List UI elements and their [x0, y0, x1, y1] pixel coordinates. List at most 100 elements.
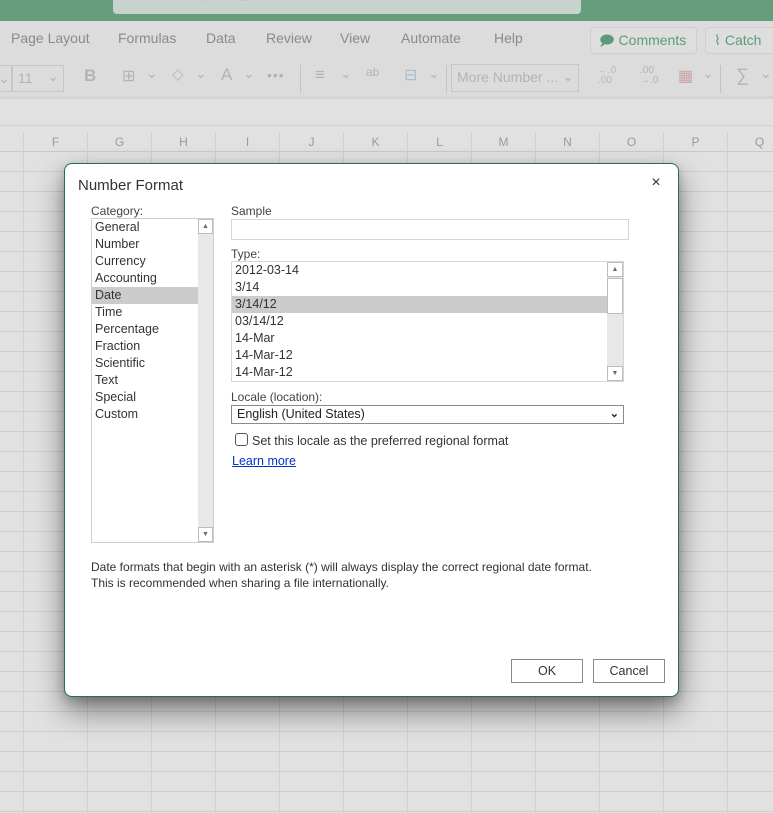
column-header[interactable]: L	[407, 132, 471, 152]
chevron-down-icon[interactable]: ⌄	[428, 65, 440, 82]
decrease-decimal-icon[interactable]: .00 →.0	[640, 66, 662, 86]
catch-up-button[interactable]: ⌇ Catch	[705, 27, 773, 54]
chevron-down-icon: ⌄	[562, 68, 574, 84]
dialog-title: Number Format	[78, 177, 184, 194]
column-header[interactable]: M	[471, 132, 535, 152]
fill-color-icon[interactable]: ◇	[172, 65, 184, 83]
tab-help[interactable]: Help	[494, 30, 523, 46]
chevron-down-icon[interactable]: ⌄	[702, 65, 714, 82]
preferred-locale-label[interactable]: Set this locale as the preferred regiona…	[252, 434, 508, 448]
category-item-custom[interactable]: Custom	[92, 406, 198, 423]
search-input[interactable]: ⌕ Search (Alt + Q)	[113, 0, 581, 14]
type-item-selected[interactable]: 3/14/12	[232, 296, 607, 313]
chevron-down-icon[interactable]: ⌄	[146, 65, 158, 82]
chevron-down-icon[interactable]: ⌄	[243, 65, 255, 82]
category-item-general[interactable]: General	[92, 219, 198, 236]
chevron-down-icon: ⌄	[609, 408, 619, 420]
tab-page-layout[interactable]: Page Layout	[11, 30, 90, 46]
column-header[interactable]: P	[663, 132, 727, 152]
date-format-note: Date formats that begin with an asterisk…	[91, 560, 592, 590]
font-name-dropdown[interactable]: ⌄	[0, 65, 12, 92]
scroll-thumb[interactable]	[607, 278, 623, 314]
category-item-percentage[interactable]: Percentage	[92, 321, 198, 338]
tab-automate[interactable]: Automate	[401, 30, 461, 46]
type-item[interactable]: 3/14	[232, 279, 607, 296]
type-scrollbar[interactable]: ▲ ▼	[607, 262, 623, 381]
toolbar-separator	[300, 65, 301, 93]
category-list[interactable]: General Number Currency Accounting Date …	[91, 218, 214, 543]
ok-button[interactable]: OK	[511, 659, 583, 683]
column-header[interactable]: G	[87, 132, 151, 152]
scroll-up-icon[interactable]: ▲	[198, 219, 213, 234]
locale-label: Locale (location):	[231, 390, 323, 404]
type-label: Type:	[231, 247, 261, 261]
borders-icon[interactable]: ⊞	[122, 66, 135, 86]
align-icon[interactable]: ≡	[315, 65, 325, 85]
column-header[interactable]: O	[599, 132, 663, 152]
category-item-number[interactable]: Number	[92, 236, 198, 253]
search-icon: ⌕	[131, 0, 138, 2]
chevron-down-icon: ⌄	[47, 68, 59, 84]
pulse-icon: ⌇	[714, 32, 721, 48]
type-item[interactable]: 14-Mar-12	[232, 364, 607, 381]
category-scrollbar[interactable]: ▲ ▼	[198, 219, 213, 542]
category-item-scientific[interactable]: Scientific	[92, 355, 198, 372]
column-header[interactable]: Q	[727, 132, 773, 152]
merge-cells-icon[interactable]: ⊟	[404, 65, 417, 85]
comments-button[interactable]: 🗩 Comments	[590, 27, 697, 54]
close-icon[interactable]: ×	[648, 174, 664, 192]
comment-icon: 🗩	[599, 32, 615, 48]
autosum-icon[interactable]: ∑	[736, 65, 749, 86]
chevron-down-icon[interactable]: ⌄	[195, 65, 207, 82]
column-header[interactable]: I	[215, 132, 279, 152]
type-item[interactable]: 14-Mar	[232, 330, 607, 347]
sample-label: Sample	[231, 204, 272, 218]
toolbar-separator	[720, 65, 721, 93]
type-item[interactable]: 2012-03-14	[232, 262, 607, 279]
preferred-locale-checkbox[interactable]	[235, 433, 248, 446]
tab-review[interactable]: Review	[266, 30, 312, 46]
column-header[interactable]: J	[279, 132, 343, 152]
conditional-format-icon[interactable]: ▦	[678, 66, 693, 86]
ribbon-toolbar: ⌄ 11 ⌄ B ⊞ ⌄ ◇ ⌄ A ⌄ ••• ≡ ⌄ ab ⊟ ⌄ More…	[0, 57, 773, 145]
column-header[interactable]: H	[151, 132, 215, 152]
scroll-down-icon[interactable]: ▼	[198, 527, 213, 542]
formula-bar[interactable]	[0, 102, 773, 126]
column-header[interactable]: K	[343, 132, 407, 152]
scroll-down-icon[interactable]: ▼	[607, 366, 623, 381]
more-options-icon[interactable]: •••	[267, 67, 285, 83]
cancel-button[interactable]: Cancel	[593, 659, 665, 683]
ribbon-tabs: Page Layout Formulas Data Review View Au…	[0, 21, 773, 57]
increase-decimal-icon[interactable]: ←.0.00	[598, 66, 620, 86]
learn-more-link[interactable]: Learn more	[232, 454, 296, 468]
type-list[interactable]: 2012-03-14 3/14 3/14/12 03/14/12 14-Mar …	[231, 261, 624, 382]
tab-view[interactable]: View	[340, 30, 370, 46]
column-header[interactable]: N	[535, 132, 599, 152]
title-bar: ⌕ Search (Alt + Q)	[0, 0, 773, 21]
column-headers: F G H I J K L M N O P Q	[0, 132, 773, 152]
category-item-accounting[interactable]: Accounting	[92, 270, 198, 287]
tab-formulas[interactable]: Formulas	[118, 30, 176, 46]
font-size-dropdown[interactable]: 11 ⌄	[12, 65, 64, 92]
number-format-dropdown[interactable]: More Number ... ⌄	[451, 64, 579, 92]
toolbar-separator	[446, 65, 447, 93]
type-item[interactable]: 14-Mar-12	[232, 347, 607, 364]
category-item-date[interactable]: Date	[92, 287, 198, 304]
category-label: Category:	[91, 204, 144, 218]
locale-dropdown[interactable]: English (United States) ⌄	[231, 405, 624, 424]
chevron-down-icon[interactable]: ⌄	[760, 65, 772, 82]
tab-data[interactable]: Data	[206, 30, 236, 46]
number-format-dialog: Number Format × Category: General Number…	[64, 163, 679, 697]
type-item[interactable]: 03/14/12	[232, 313, 607, 330]
chevron-down-icon[interactable]: ⌄	[340, 65, 352, 82]
category-item-time[interactable]: Time	[92, 304, 198, 321]
wrap-text-icon[interactable]: ab	[366, 65, 379, 79]
font-color-icon[interactable]: A	[221, 65, 232, 85]
category-item-currency[interactable]: Currency	[92, 253, 198, 270]
bold-button[interactable]: B	[84, 66, 96, 86]
category-item-fraction[interactable]: Fraction	[92, 338, 198, 355]
column-header[interactable]: F	[23, 132, 87, 152]
category-item-text[interactable]: Text	[92, 372, 198, 389]
category-item-special[interactable]: Special	[92, 389, 198, 406]
scroll-up-icon[interactable]: ▲	[607, 262, 623, 277]
